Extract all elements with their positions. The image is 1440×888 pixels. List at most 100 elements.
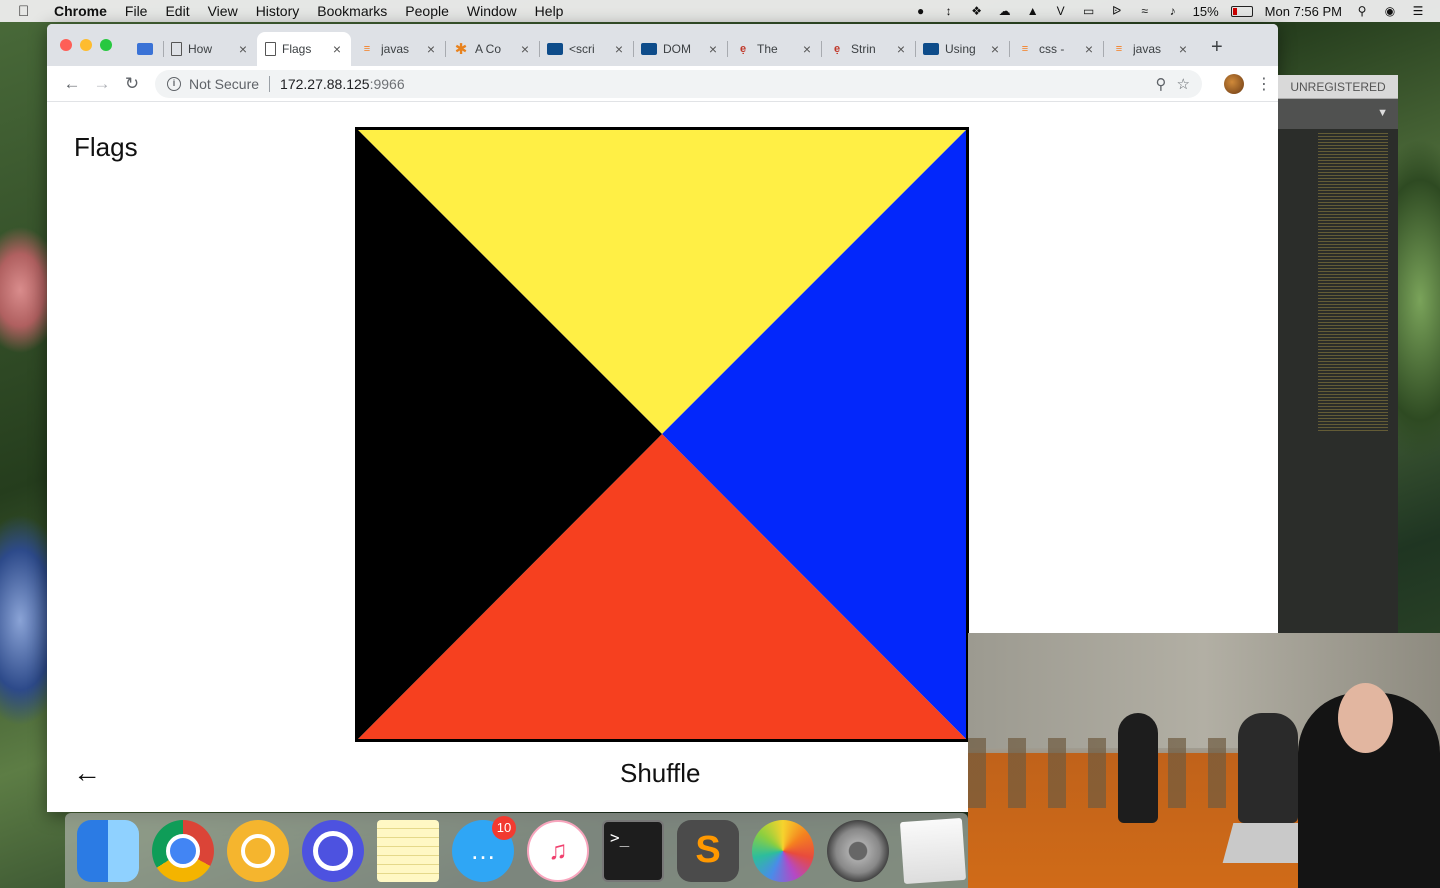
page-title: Flags xyxy=(74,132,138,162)
dock-finder-icon[interactable] xyxy=(77,819,139,882)
tab-title: Strin xyxy=(851,42,876,56)
close-tab-icon[interactable]: × xyxy=(989,41,1001,57)
stackoverflow-icon: ≡ xyxy=(363,43,371,55)
vimeo-icon[interactable]: V xyxy=(1053,4,1069,18)
dock-chrome-icon[interactable] xyxy=(152,819,214,882)
bookmark-star-icon[interactable]: ☆ xyxy=(1177,75,1190,93)
dock-photos-icon[interactable] xyxy=(752,819,814,882)
dock: … 10 ♫ >_ S xyxy=(65,813,968,888)
tab-strin[interactable]: ẹ Strin × xyxy=(821,32,915,66)
tab-title: Using xyxy=(945,42,976,56)
close-tab-icon[interactable]: × xyxy=(801,41,813,57)
notification-center-icon[interactable]: ☰ xyxy=(1410,4,1426,18)
dock-terminal-icon[interactable]: >_ xyxy=(602,819,664,882)
close-tab-icon[interactable]: × xyxy=(425,41,437,57)
tab-a-co[interactable]: ✱ A Co × xyxy=(445,32,539,66)
close-window-button[interactable] xyxy=(60,39,72,51)
tab-script[interactable]: <scri × xyxy=(539,32,633,66)
url-port: :9966 xyxy=(369,75,405,92)
code-minimap[interactable] xyxy=(1318,133,1388,433)
tab-title: css - xyxy=(1039,42,1065,56)
close-tab-icon[interactable]: × xyxy=(1083,41,1095,57)
tab-title: The xyxy=(757,42,778,56)
drive-icon[interactable]: ▲ xyxy=(1025,4,1041,18)
close-tab-icon[interactable]: × xyxy=(519,41,531,57)
info-icon[interactable]: i xyxy=(167,76,181,91)
dock-quicksilver-icon[interactable] xyxy=(302,819,364,882)
stackoverflow-icon: ≡ xyxy=(1021,43,1029,55)
dock-sublime-icon[interactable]: S xyxy=(677,819,739,882)
back-arrow-button[interactable]: ← xyxy=(73,757,101,789)
mdn-icon xyxy=(641,43,657,55)
forward-button[interactable]: → xyxy=(87,74,117,94)
tab-using[interactable]: Using × xyxy=(915,32,1009,66)
mdn-icon xyxy=(547,43,563,55)
tab-title: DOM xyxy=(663,42,691,56)
menu-app-name[interactable]: Chrome xyxy=(54,3,107,19)
tab-title: javas xyxy=(1133,42,1162,56)
minimize-window-button[interactable] xyxy=(80,39,92,51)
creative-cloud-icon[interactable]: ● xyxy=(913,4,929,18)
apple-icon[interactable]:  xyxy=(18,3,40,20)
dropdown-triangle-icon[interactable]: ▼ xyxy=(1377,107,1388,119)
close-tab-icon[interactable]: × xyxy=(613,41,625,57)
clock[interactable]: Mon 7:56 PM xyxy=(1265,4,1342,19)
messages-badge: 10 xyxy=(492,815,516,840)
flag xyxy=(355,127,969,742)
browser-menu-icon[interactable]: ⋮ xyxy=(1256,74,1272,94)
cloud-icon[interactable]: ☁ xyxy=(997,4,1013,18)
dock-system-preferences-icon[interactable] xyxy=(827,819,889,882)
dock-notes-icon[interactable] xyxy=(377,819,439,882)
zoom-icon[interactable]: ⚲ xyxy=(1156,75,1167,93)
doc-icon xyxy=(171,42,182,56)
close-tab-icon[interactable]: × xyxy=(895,41,907,57)
new-tab-button[interactable]: + xyxy=(1211,36,1223,63)
back-button[interactable]: ← xyxy=(57,74,87,94)
tab-pinned[interactable] xyxy=(129,32,163,66)
tab-css[interactable]: ≡ css - × xyxy=(1009,32,1103,66)
menu-edit[interactable]: Edit xyxy=(165,3,189,19)
volume-icon[interactable]: ♪ xyxy=(1165,4,1181,18)
flag-svg xyxy=(355,127,969,742)
webcam-person xyxy=(1238,713,1298,823)
tab-javas-1[interactable]: ≡ javas × xyxy=(351,32,445,66)
tab-strip: How × Flags × ≡ javas × ✱ A Co × <scri ×… xyxy=(47,24,1278,66)
close-tab-icon[interactable]: × xyxy=(707,41,719,57)
tab-dom[interactable]: DOM × xyxy=(633,32,727,66)
menu-window[interactable]: Window xyxy=(467,3,517,19)
zoom-window-button[interactable] xyxy=(100,39,112,51)
wifi-icon[interactable]: ≈ xyxy=(1137,4,1153,18)
transfer-icon[interactable]: ↕ xyxy=(941,4,957,18)
address-separator xyxy=(269,75,271,92)
spotlight-icon[interactable]: ⚲ xyxy=(1354,4,1370,18)
dock-textedit-icon[interactable] xyxy=(899,817,967,884)
menu-bar:  Chrome File Edit View History Bookmark… xyxy=(0,0,1440,22)
close-tab-icon[interactable]: × xyxy=(237,41,249,57)
webcam-face xyxy=(1338,683,1393,753)
battery-icon[interactable] xyxy=(1230,5,1253,17)
shuffle-button[interactable]: Shuffle xyxy=(620,758,700,789)
menu-view[interactable]: View xyxy=(208,3,238,19)
close-tab-icon[interactable]: × xyxy=(331,41,343,57)
dock-chrome-canary-icon[interactable] xyxy=(227,819,289,882)
dock-messages-icon[interactable]: … 10 xyxy=(452,815,516,882)
menu-history[interactable]: History xyxy=(256,3,300,19)
reload-button[interactable]: ↻ xyxy=(117,74,147,94)
airplay-icon[interactable]: ▭ xyxy=(1081,4,1097,18)
menu-help[interactable]: Help xyxy=(535,3,564,19)
address-bar[interactable]: i Not Secure 172.27.88.125:9966 ⚲ ☆ xyxy=(155,69,1202,98)
tab-flags[interactable]: Flags × xyxy=(257,32,351,66)
siri-icon[interactable]: ◉ xyxy=(1382,4,1398,18)
menu-people[interactable]: People xyxy=(405,3,449,19)
webcam-chairs xyxy=(968,738,1228,808)
dock-itunes-icon[interactable]: ♫ xyxy=(527,819,589,882)
bluetooth-icon[interactable]: ᐉ xyxy=(1109,4,1125,18)
dropbox-icon[interactable]: ❖ xyxy=(969,4,985,18)
menu-file[interactable]: File xyxy=(125,3,148,19)
tab-javas-2[interactable]: ≡ javas × xyxy=(1103,32,1197,66)
menu-bookmarks[interactable]: Bookmarks xyxy=(317,3,387,19)
profile-avatar[interactable] xyxy=(1224,73,1244,94)
tab-the[interactable]: ẹ The × xyxy=(727,32,821,66)
tab-how[interactable]: How × xyxy=(163,32,257,66)
close-tab-icon[interactable]: × xyxy=(1177,41,1189,57)
